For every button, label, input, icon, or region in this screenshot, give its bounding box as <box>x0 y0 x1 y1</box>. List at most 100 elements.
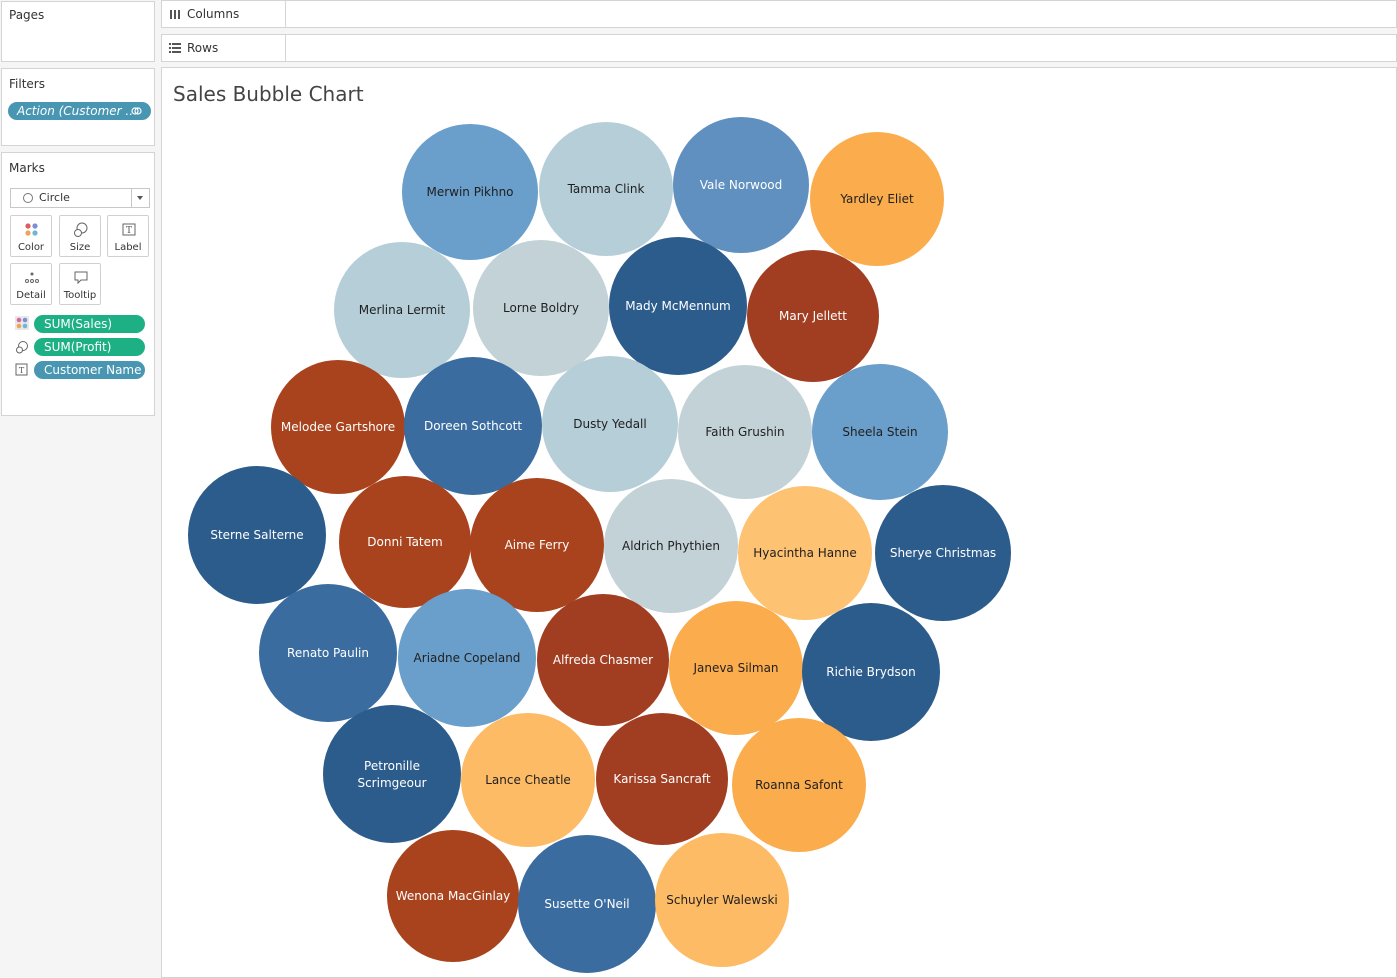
detail-button[interactable]: Detail <box>10 263 52 305</box>
columns-label: Columns <box>162 1 286 27</box>
bubble-label: Sheela Stein <box>842 425 917 439</box>
chart-view: Sales Bubble Chart Merwin Pikhno Tamma Cl… <box>161 67 1397 978</box>
bubble-label: Merlina Lermit <box>359 303 446 317</box>
detail-icon <box>25 272 39 283</box>
marks-title: Marks <box>9 161 45 175</box>
bubble-hyacintha-hanne[interactable]: Hyacintha Hanne <box>738 486 872 620</box>
bubble-label: Lorne Boldry <box>503 301 579 315</box>
bubble-karissa-sancraft[interactable]: Karissa Sancraft <box>596 713 728 845</box>
bubble-label: Wenona MacGinlay <box>396 889 511 903</box>
bubble-vale-norwood[interactable]: Vale Norwood <box>673 117 809 253</box>
bubble-mary-jellett[interactable]: Mary Jellett <box>747 250 879 382</box>
mark-type-label: Circle <box>39 191 70 204</box>
filters-title: Filters <box>9 77 45 91</box>
rows-shelf[interactable]: Rows <box>161 34 1397 62</box>
bubble-mark[interactable] <box>323 705 461 843</box>
bubble-label: Susette O'Neil <box>544 897 629 911</box>
bubble-label: Donni Tatem <box>367 535 442 549</box>
color-button[interactable]: Color <box>10 215 52 257</box>
bubble-tamma-clink[interactable]: Tamma Clink <box>539 122 673 256</box>
bubble-dusty-yedall[interactable]: Dusty Yedall <box>542 356 678 492</box>
bubble-richie-brydson[interactable]: Richie Brydson <box>802 603 940 741</box>
field-pill-customer-name-label: Customer Name <box>44 363 142 377</box>
bubble-label: Roanna Safont <box>755 778 843 792</box>
bubble-label: Mady McMennum <box>625 299 730 313</box>
bubble-schuyler-walewski[interactable]: Schuyler Walewski <box>655 833 789 967</box>
columns-icon <box>170 10 180 19</box>
color-icon <box>25 223 38 236</box>
bubble-mady-mcmennum[interactable]: Mady McMennum <box>609 237 747 375</box>
columns-label-text: Columns <box>187 7 240 21</box>
bubble-label: Schuyler Walewski <box>666 893 778 907</box>
bubble-lance-cheatle[interactable]: Lance Cheatle <box>461 713 595 847</box>
bubble-janeva-silman[interactable]: Janeva Silman <box>669 601 803 735</box>
pages-panel[interactable]: Pages <box>1 1 155 62</box>
bubble-ariadne-copeland[interactable]: Ariadne Copeland <box>398 589 536 727</box>
field-pill-profit[interactable]: SUM(Profit) <box>34 338 145 356</box>
bubble-doreen-sothcott[interactable]: Doreen Sothcott <box>404 357 542 495</box>
bubble-label: Merwin Pikhno <box>426 185 513 199</box>
detail-button-label: Detail <box>16 290 46 301</box>
bubble-sherye-christmas[interactable]: Sherye Christmas <box>875 485 1011 621</box>
bubble-label: Yardley Eliet <box>839 192 914 206</box>
rows-icon <box>169 43 181 53</box>
bubble-label: Aime Ferry <box>505 538 570 552</box>
bubble-label: Tamma Clink <box>567 182 645 196</box>
bubble-renato-paulin[interactable]: Renato Paulin <box>259 584 397 722</box>
tooltip-button[interactable]: Tooltip <box>59 263 101 305</box>
bubble-label: Dusty Yedall <box>573 417 646 431</box>
bubble-label: Melodee Gartshore <box>281 420 395 434</box>
bubble-faith-grushin[interactable]: Faith Grushin <box>678 365 812 499</box>
marks-panel: Marks Circle Color Size T Label Detail T… <box>1 152 155 416</box>
rows-label: Rows <box>162 35 286 61</box>
bubble-aldrich-phythien[interactable]: Aldrich Phythien <box>604 479 738 613</box>
color-button-label: Color <box>17 242 45 253</box>
chevron-down-icon[interactable] <box>131 189 149 207</box>
bubble-label: Mary Jellett <box>779 309 847 323</box>
bubble-merwin-pikhno[interactable]: Merwin Pikhno <box>402 124 538 260</box>
action-filter-label: Action (Customer .. <box>17 104 134 118</box>
bubble-merlina-lermit[interactable]: Merlina Lermit <box>334 242 470 378</box>
bubble-roanna-safont[interactable]: Roanna Safont <box>732 718 866 852</box>
field-pill-profit-label: SUM(Profit) <box>44 340 112 354</box>
filters-panel: Filters Action (Customer .. <box>1 68 155 146</box>
field-pill-customer-name[interactable]: Customer Name <box>34 361 145 379</box>
action-filter-pill[interactable]: Action (Customer .. <box>8 102 151 120</box>
size-icon <box>16 341 28 354</box>
bubble-sterne-salterne[interactable]: Sterne Salterne <box>188 466 326 604</box>
columns-shelf[interactable]: Columns <box>161 0 1397 28</box>
bubble-lorne-boldry[interactable]: Lorne Boldry <box>473 240 609 376</box>
label-button[interactable]: T Label <box>107 215 149 257</box>
bubble-label: Ariadne Copeland <box>414 651 521 665</box>
bubble-susette-o-neil[interactable]: Susette O'Neil <box>518 835 656 973</box>
bubble-chart: Merwin Pikhno Tamma Clink Vale Norwood Yard… <box>188 117 1011 973</box>
bubble-label: Faith Grushin <box>705 425 784 439</box>
mark-type-dropdown[interactable]: Circle <box>10 188 150 208</box>
size-button[interactable]: Size <box>59 215 101 257</box>
tooltip-button-label: Tooltip <box>63 290 97 301</box>
bubble-sheela-stein[interactable]: Sheela Stein <box>812 364 948 500</box>
bubble-donni-tatem[interactable]: Donni Tatem <box>339 476 471 608</box>
bubble-wenona-macginlay[interactable]: Wenona MacGinlay <box>387 830 519 962</box>
bubble-yardley-eliet[interactable]: Yardley Eliet <box>810 132 944 266</box>
bubble-label: Lance Cheatle <box>485 773 571 787</box>
svg-text:T: T <box>126 226 132 236</box>
label-button-label: Label <box>114 242 142 253</box>
size-button-label: Size <box>69 242 91 253</box>
bubble-label: Vale Norwood <box>700 178 783 192</box>
bubble-label: Janeva Silman <box>692 661 778 675</box>
rows-label-text: Rows <box>187 41 219 55</box>
action-link-icon <box>131 107 142 115</box>
bubble-label: Renato Paulin <box>287 646 369 660</box>
bubble-alfreda-chasmer[interactable]: Alfreda Chasmer <box>537 594 669 726</box>
bubble-label: Aldrich Phythien <box>622 539 720 553</box>
bubble-aime-ferry[interactable]: Aime Ferry <box>470 478 604 612</box>
bubble-melodee-gartshore[interactable]: Melodee Gartshore <box>271 360 405 494</box>
bubble-label: Hyacintha Hanne <box>753 546 856 560</box>
bubble-label: Alfreda Chasmer <box>553 653 653 667</box>
bubble-label: Sterne Salterne <box>210 528 303 542</box>
bubble-petronille-scrimgeour[interactable]: Petronille Scrimgeour <box>323 705 461 843</box>
field-pill-sales[interactable]: SUM(Sales) <box>34 315 145 333</box>
tooltip-icon <box>74 271 88 285</box>
field-pill-sales-label: SUM(Sales) <box>44 317 113 331</box>
